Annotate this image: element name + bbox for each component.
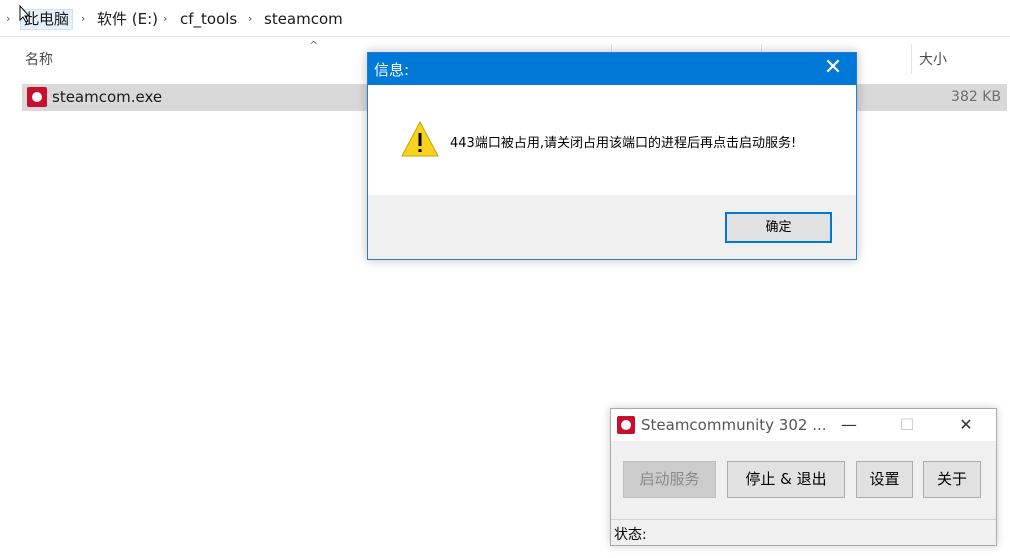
steamcom-app-icon	[617, 416, 635, 434]
column-header-size[interactable]: 大小	[919, 44, 947, 76]
chevron-right-icon[interactable]: ›	[81, 12, 85, 25]
breadcrumb-steamcom[interactable]: steamcom	[261, 9, 346, 30]
start-service-button[interactable]: 启动服务	[623, 461, 716, 498]
address-bar[interactable]: › 此电脑 › 软件 (E:) › cf_tools › steamcom	[0, 0, 1010, 37]
close-icon[interactable]: ✕	[810, 53, 856, 85]
breadcrumb-cf-tools[interactable]: cf_tools	[177, 9, 240, 30]
ok-button[interactable]: 确定	[725, 212, 832, 243]
status-bar: 状态:	[611, 519, 996, 546]
close-icon[interactable]: ✕	[943, 409, 989, 441]
chevron-right-icon[interactable]: ›	[6, 12, 10, 25]
stop-exit-button[interactable]: 停止 & 退出	[727, 461, 845, 498]
dialog-message: 443端口被占用,请关闭占用该端口的进程后再点击启动服务!	[450, 136, 797, 151]
maximize-icon: ☐	[899, 415, 915, 434]
file-name: steamcom.exe	[52, 88, 163, 106]
minimize-icon[interactable]: —	[826, 409, 872, 441]
column-header-name[interactable]: 名称	[25, 44, 53, 76]
dialog-body: 443端口被占用,请关闭占用该端口的进程后再点击启动服务!	[368, 85, 856, 195]
breadcrumb-drive-e[interactable]: 软件 (E:)	[94, 9, 161, 30]
chevron-right-icon[interactable]: ›	[163, 12, 167, 25]
settings-button[interactable]: 设置	[856, 461, 913, 498]
mouse-cursor-icon	[19, 5, 31, 23]
dialog-title-bar[interactable]: 信息: ✕	[368, 53, 856, 85]
dialog-title: 信息:	[374, 61, 410, 79]
chevron-right-icon[interactable]: ›	[248, 12, 252, 25]
status-label: 状态:	[614, 527, 647, 543]
steamcom-app-icon	[27, 87, 47, 107]
file-size: 382 KB	[951, 89, 1001, 105]
steamcommunity-window: Steamcommunity 302 ... — ☐ ✕ 启动服务 停止 & 退…	[610, 408, 997, 546]
about-button[interactable]: 关于	[923, 461, 981, 498]
sort-ascending-icon: ^	[309, 39, 319, 52]
warning-icon	[401, 120, 439, 157]
info-dialog: 信息: ✕ 443端口被占用,请关闭占用该端口的进程后再点击启动服务! 确定	[367, 52, 857, 260]
window-title: Steamcommunity 302 ...	[641, 416, 827, 434]
column-divider[interactable]	[911, 44, 912, 74]
window-title-bar[interactable]: Steamcommunity 302 ... — ☐ ✕	[611, 409, 996, 441]
